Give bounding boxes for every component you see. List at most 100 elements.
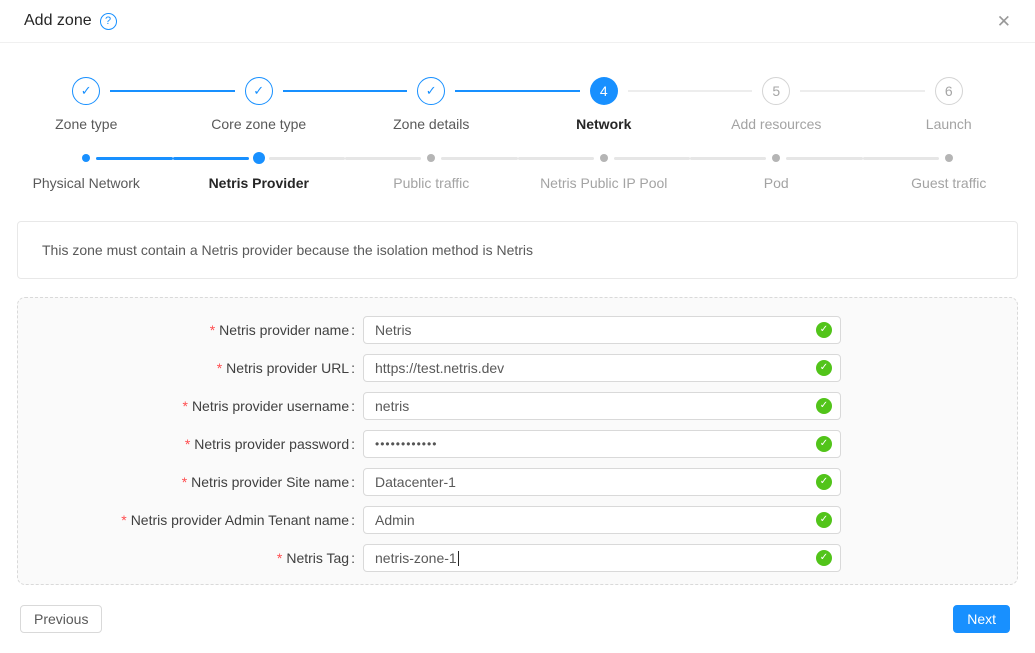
form-row-provider-url: *Netris provider URL: https://test.netri… bbox=[18, 354, 1017, 382]
substep-label: Physical Network bbox=[0, 175, 173, 191]
field-label: *Netris provider name: bbox=[18, 322, 363, 338]
valid-check-icon: ✓ bbox=[816, 322, 832, 338]
netris-provider-name-input[interactable]: Netris bbox=[363, 316, 841, 344]
form-row-provider-site-name: *Netris provider Site name: Datacenter-1… bbox=[18, 468, 1017, 496]
netris-provider-username-input[interactable]: netris bbox=[363, 392, 841, 420]
form-row-admin-tenant-name: *Netris provider Admin Tenant name: Admi… bbox=[18, 506, 1017, 534]
step-label: Core zone type bbox=[173, 116, 346, 132]
step-zone-details: ✓ Zone details bbox=[345, 77, 518, 132]
netris-provider-form: *Netris provider name: Netris ✓ *Netris … bbox=[17, 297, 1018, 585]
isolation-method-notice: This zone must contain a Netris provider… bbox=[17, 221, 1018, 279]
dialog-header: Add zone ? ✕ bbox=[0, 0, 1035, 43]
required-asterisk: * bbox=[121, 512, 126, 528]
label-colon: : bbox=[351, 512, 355, 528]
valid-check-icon: ✓ bbox=[816, 550, 832, 566]
substep-connector bbox=[269, 157, 345, 160]
step-network: 4 Network bbox=[518, 77, 691, 132]
label-colon: : bbox=[351, 398, 355, 414]
step-zone-type: ✓ Zone type bbox=[0, 77, 173, 132]
substep-physical-network: Physical Network bbox=[0, 152, 173, 191]
substep-label: Netris Public IP Pool bbox=[518, 175, 691, 191]
step-label: Zone details bbox=[345, 116, 518, 132]
substep-dot bbox=[253, 152, 265, 164]
step-launch: 6 Launch bbox=[863, 77, 1035, 132]
form-row-provider-name: *Netris provider name: Netris ✓ bbox=[18, 316, 1017, 344]
netris-provider-password-input[interactable]: •••••••••••• bbox=[363, 430, 841, 458]
substep-dot bbox=[82, 154, 90, 162]
step-connector bbox=[283, 90, 345, 92]
substep-label: Netris Provider bbox=[173, 175, 346, 191]
substep-connector bbox=[786, 157, 862, 160]
step-check-icon: ✓ bbox=[72, 77, 100, 105]
valid-check-icon: ✓ bbox=[816, 398, 832, 414]
substep-dot bbox=[427, 154, 435, 162]
substep-dot bbox=[600, 154, 608, 162]
step-number: 6 bbox=[935, 77, 963, 105]
label-colon: : bbox=[351, 474, 355, 490]
field-label: *Netris provider Admin Tenant name: bbox=[18, 512, 363, 528]
field-label: *Netris provider Site name: bbox=[18, 474, 363, 490]
netris-provider-admin-tenant-input[interactable]: Admin bbox=[363, 506, 841, 534]
step-connector bbox=[455, 90, 517, 92]
substep-guest-traffic: Guest traffic bbox=[863, 152, 1035, 191]
substep-netris-public-ip-pool: Netris Public IP Pool bbox=[518, 152, 691, 191]
step-number: 4 bbox=[590, 77, 618, 105]
step-core-zone-type: ✓ Core zone type bbox=[173, 77, 346, 132]
required-asterisk: * bbox=[217, 360, 222, 376]
step-add-resources: 5 Add resources bbox=[690, 77, 863, 132]
step-connector bbox=[110, 90, 172, 92]
substep-dot bbox=[945, 154, 953, 162]
close-icon[interactable]: ✕ bbox=[997, 13, 1011, 30]
valid-check-icon: ✓ bbox=[816, 474, 832, 490]
required-asterisk: * bbox=[277, 550, 282, 566]
step-number: 5 bbox=[762, 77, 790, 105]
field-label: *Netris provider username: bbox=[18, 398, 363, 414]
substep-connector bbox=[441, 157, 517, 160]
dialog-footer: Previous Next bbox=[20, 605, 1010, 633]
step-label: Launch bbox=[863, 116, 1035, 132]
field-label: *Netris provider password: bbox=[18, 436, 363, 452]
substep-connector bbox=[614, 157, 690, 160]
step-connector bbox=[628, 90, 690, 92]
substep-pod: Pod bbox=[690, 152, 863, 191]
label-colon: : bbox=[351, 322, 355, 338]
step-label: Add resources bbox=[690, 116, 863, 132]
step-check-icon: ✓ bbox=[417, 77, 445, 105]
form-row-netris-tag: *Netris Tag: netris-zone-1 ✓ bbox=[18, 544, 1017, 572]
question-circle-icon[interactable]: ? bbox=[100, 13, 117, 30]
label-colon: : bbox=[351, 550, 355, 566]
netris-tag-input[interactable]: netris-zone-1 bbox=[363, 544, 841, 572]
substep-label: Pod bbox=[690, 175, 863, 191]
form-row-provider-username: *Netris provider username: netris ✓ bbox=[18, 392, 1017, 420]
field-label: *Netris Tag: bbox=[18, 550, 363, 566]
text-caret bbox=[458, 551, 459, 566]
substep-public-traffic: Public traffic bbox=[345, 152, 518, 191]
network-substepper: Physical Network Netris Provider Public … bbox=[0, 152, 1035, 191]
step-label: Network bbox=[518, 116, 691, 132]
required-asterisk: * bbox=[185, 436, 190, 452]
substep-netris-provider: Netris Provider bbox=[173, 152, 346, 191]
netris-provider-url-input[interactable]: https://test.netris.dev bbox=[363, 354, 841, 382]
field-label: *Netris provider URL: bbox=[18, 360, 363, 376]
step-check-icon: ✓ bbox=[245, 77, 273, 105]
valid-check-icon: ✓ bbox=[816, 512, 832, 528]
valid-check-icon: ✓ bbox=[816, 360, 832, 376]
step-label: Zone type bbox=[0, 116, 173, 132]
next-button[interactable]: Next bbox=[953, 605, 1010, 633]
form-row-provider-password: *Netris provider password: •••••••••••• … bbox=[18, 430, 1017, 458]
required-asterisk: * bbox=[210, 322, 215, 338]
required-asterisk: * bbox=[182, 474, 187, 490]
wizard-stepper: ✓ Zone type ✓ Core zone type ✓ Zone deta… bbox=[0, 77, 1035, 132]
label-colon: : bbox=[351, 360, 355, 376]
substep-connector bbox=[96, 157, 172, 160]
valid-check-icon: ✓ bbox=[816, 436, 832, 452]
substep-label: Public traffic bbox=[345, 175, 518, 191]
page-title: Add zone bbox=[24, 12, 92, 30]
step-connector bbox=[800, 90, 862, 92]
add-zone-dialog: Add zone ? ✕ ✓ Zone type ✓ Core zone typ… bbox=[0, 0, 1035, 653]
required-asterisk: * bbox=[182, 398, 187, 414]
netris-provider-site-name-input[interactable]: Datacenter-1 bbox=[363, 468, 841, 496]
previous-button[interactable]: Previous bbox=[20, 605, 102, 633]
label-colon: : bbox=[351, 436, 355, 452]
substep-label: Guest traffic bbox=[863, 175, 1035, 191]
